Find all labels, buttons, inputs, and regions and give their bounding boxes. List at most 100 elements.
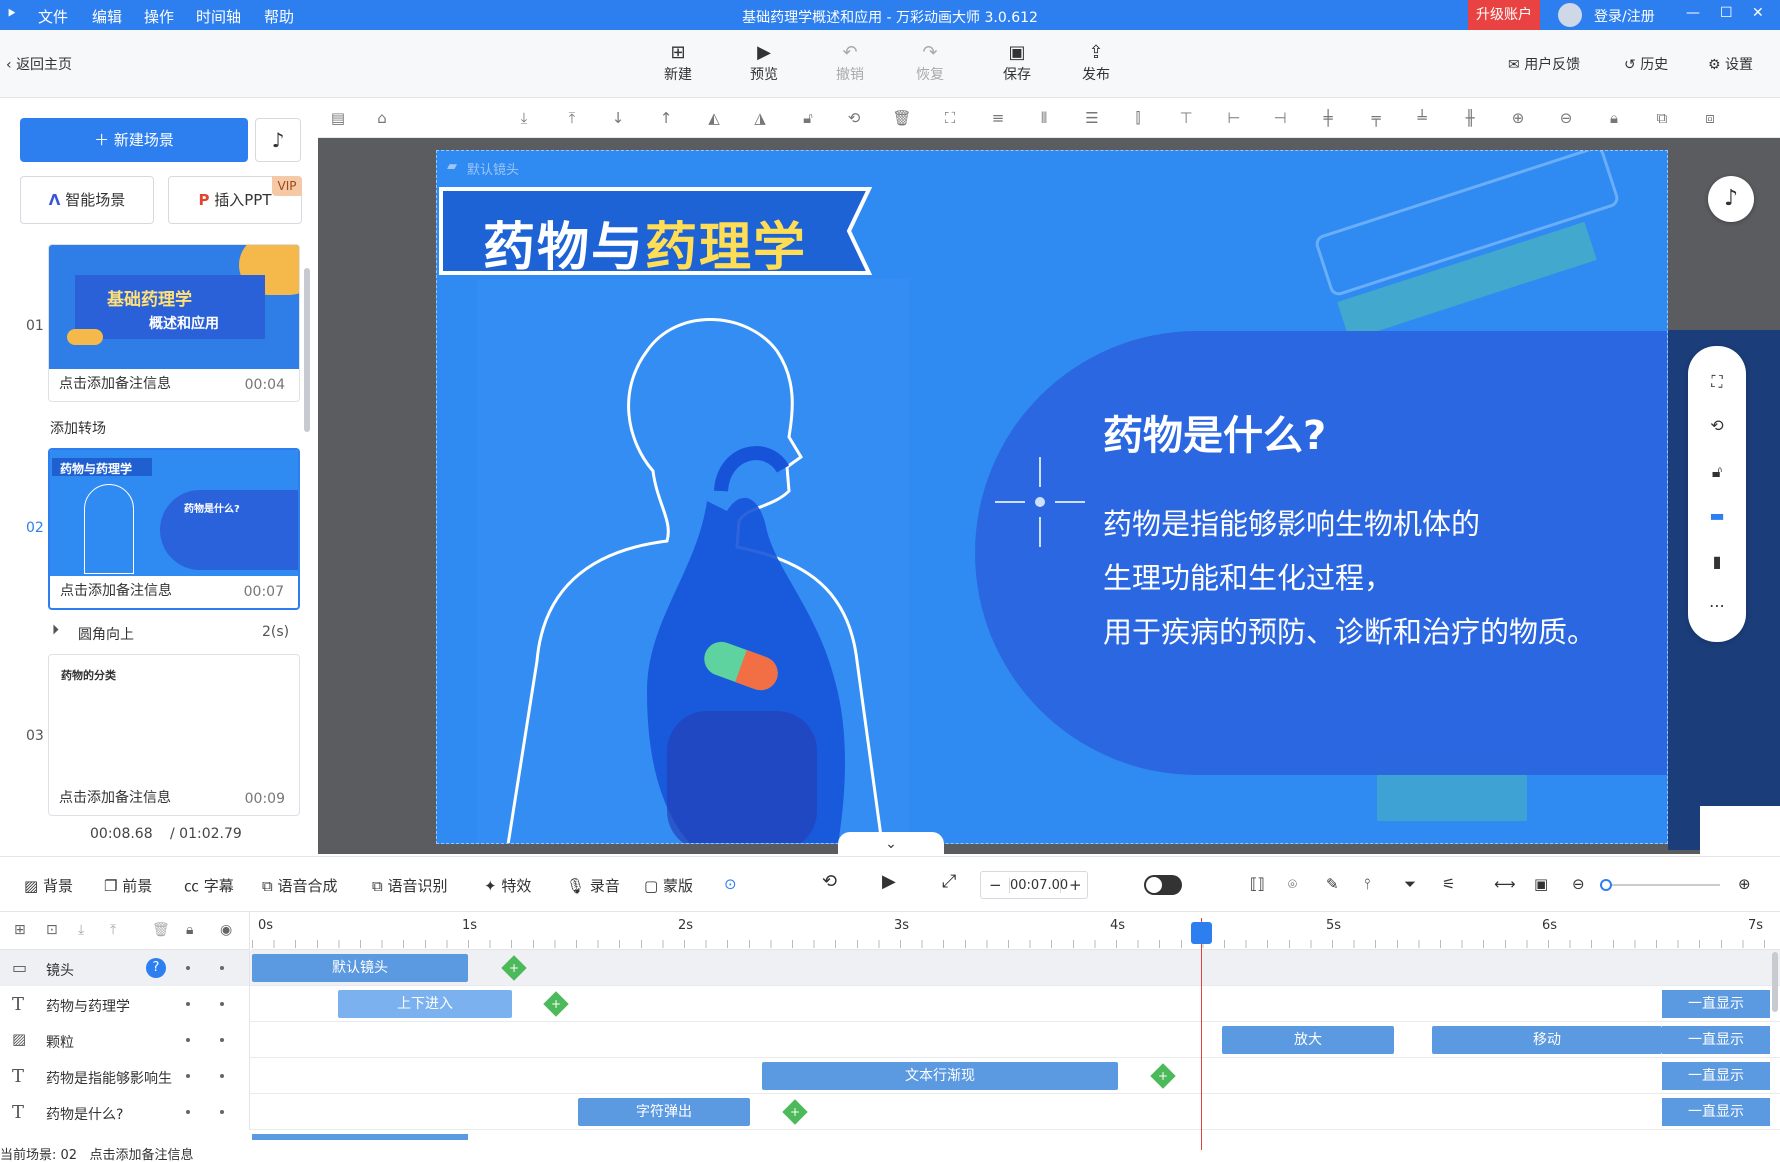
back-home-link[interactable]: ‹ 返回主页 (6, 54, 72, 74)
flip-h-icon[interactable]: ◭ (704, 108, 724, 128)
slide-body-line[interactable]: 药物是指能够影响生物机体的 (1103, 501, 1480, 543)
upgrade-button[interactable]: 升级账户 (1468, 0, 1540, 30)
clip-title[interactable]: 上下进入 (338, 990, 512, 1018)
copy-icon[interactable]: ⧉ (1652, 108, 1672, 128)
move-bottom-icon[interactable]: ⤓ (514, 108, 534, 128)
feedback-link[interactable]: ✉ 用户反馈 (1508, 54, 1580, 74)
clip-camera[interactable]: 默认镜头 (252, 954, 468, 982)
desktop-icon[interactable]: ▬ (1707, 506, 1727, 526)
scrollbar[interactable] (1772, 952, 1778, 1012)
more-circle-icon[interactable]: ⊙ (724, 875, 737, 893)
eye-icon[interactable]: ◉ (220, 922, 232, 938)
track-camera[interactable]: ▭ 镜头 ? 默认镜头 + (0, 950, 1780, 986)
always-show-clip[interactable]: 一直显示 (1662, 1098, 1770, 1126)
subtitle-button[interactable]: ㏄ 字幕 (184, 875, 234, 896)
minimap[interactable] (1700, 806, 1780, 854)
delete-icon[interactable]: 🗑︎ (892, 108, 912, 128)
foreground-button[interactable]: ❐ 前景 (104, 875, 152, 896)
expand-icon[interactable]: ⤢ (942, 871, 956, 892)
move-top-icon[interactable]: ⤒ (562, 108, 582, 128)
play-circle-icon[interactable]: ⏵ (52, 622, 59, 638)
zoom-out-icon[interactable]: ⊖ (1572, 875, 1585, 893)
lock-icon[interactable]: 🔓︎ (798, 108, 818, 128)
add-keyframe-icon[interactable]: + (543, 991, 569, 1017)
scene-card-02[interactable]: 药物与药理学 药物是什么? 点击添加备注信息 00:07 (48, 448, 300, 610)
smart-scene-button[interactable]: Λ 智能场景 (20, 176, 154, 224)
minus-icon[interactable]: − (989, 876, 1002, 894)
home-icon[interactable]: ⌂ (372, 108, 392, 128)
add-layer-icon[interactable]: ⊡ (46, 922, 58, 938)
slide-title[interactable]: 药物与药理学 (483, 205, 807, 280)
split-icon[interactable]: ⫯ (1364, 875, 1371, 893)
rotate-icon[interactable]: ⟲ (1707, 416, 1727, 436)
crop-icon[interactable]: ⛶ (940, 108, 960, 128)
clip-body[interactable]: 文本行渐现 (762, 1062, 1118, 1090)
plus-icon[interactable]: + (1069, 876, 1082, 894)
ratio-icon[interactable]: ▣ (1534, 875, 1548, 893)
maximize-icon[interactable]: ☐ (1720, 5, 1733, 21)
layout-icon[interactable]: ▤ (328, 108, 348, 128)
align-bottom-icon[interactable]: ╧ (1412, 108, 1432, 128)
add-keyframe-icon[interactable]: + (501, 955, 527, 981)
align-top-icon[interactable]: ⊤ (1176, 108, 1196, 128)
scene-card-01[interactable]: 基础药理学 概述和应用 点击添加备注信息 00:04 (48, 244, 300, 402)
scrollbar[interactable] (304, 268, 310, 432)
mobile-icon[interactable]: ▮ (1707, 552, 1727, 572)
publish-button[interactable]: ⇪ 发布 (1068, 42, 1124, 84)
track-particles[interactable]: ▨ 颗粒 放大 移动 一直显示 (0, 1022, 1780, 1058)
move-up-icon[interactable]: ⤒ (110, 922, 116, 938)
move-up-icon[interactable]: ↑ (656, 108, 676, 128)
zoom-out-icon[interactable]: ⊖ (1556, 108, 1576, 128)
add-keyframe-icon[interactable]: + (1150, 1063, 1176, 1089)
lock-icon[interactable]: 🔒︎ (186, 922, 193, 938)
toggle-switch[interactable] (1144, 875, 1182, 895)
track-title[interactable]: T 药物与药理学 上下进入 + 一直显示 (0, 986, 1780, 1022)
zoom-slider-thumb[interactable] (1600, 879, 1612, 891)
lock-all-icon[interactable]: 🔒︎ (1604, 108, 1624, 128)
background-music-button[interactable]: ♪ (1708, 176, 1754, 222)
track-body-text[interactable]: T 药物是指能够影响生 文本行渐现 + 一直显示 (0, 1058, 1780, 1094)
zoom-in-icon[interactable]: ⊕ (1738, 875, 1751, 893)
new-scene-button[interactable]: ＋ 新建场景 (20, 118, 248, 162)
align-top-edge-icon[interactable]: ╤ (1366, 108, 1386, 128)
tts-button[interactable]: ⧉ 语音合成 (262, 875, 338, 896)
login-link[interactable]: 登录/注册 (1594, 6, 1655, 26)
flip-v-icon[interactable]: ◮ (750, 108, 770, 128)
slide[interactable]: ▰ 默认镜头 药物与药理学 药物是什么? 药物是指能够影响生物机体的 生理功能和… (436, 150, 1668, 844)
always-show-clip[interactable]: 一直显示 (1662, 1026, 1770, 1054)
scene-card-03[interactable]: 药物的分类 点击添加备注信息 00:09 (48, 654, 300, 816)
transition-name[interactable]: 圆角向上 (78, 624, 134, 644)
distribute-h-icon[interactable]: ⫿ (1128, 108, 1148, 128)
delete-icon[interactable]: 🗑︎ (152, 922, 170, 938)
add-folder-icon[interactable]: ⊞ (14, 922, 26, 938)
collapse-button[interactable]: ⌄ (838, 832, 944, 856)
zoom-slider[interactable] (1600, 879, 1720, 891)
time-ruler[interactable]: 0s 1s 2s 3s 4s 5s 6s 7s (252, 912, 1780, 950)
always-show-clip[interactable]: 一直显示 (1662, 1062, 1770, 1090)
filter-icon[interactable]: ⏷ (1404, 875, 1416, 893)
effects-button[interactable]: ✦ 特效 (484, 875, 531, 896)
undo-button[interactable]: ↶ 撤销 (822, 42, 878, 84)
edit-icon[interactable]: ✎ (1326, 875, 1339, 893)
redo-button[interactable]: ↷ 恢复 (902, 42, 958, 84)
paste-icon[interactable]: ⧈ (1700, 108, 1720, 128)
align-hcenter-icon[interactable]: ╪ (1318, 108, 1338, 128)
preview-button[interactable]: ▶ 预览 (736, 42, 792, 84)
adjust-icon[interactable]: ⚟ (1442, 875, 1455, 893)
distribute-v-icon[interactable]: ☰ (1082, 108, 1102, 128)
scene-note[interactable]: 点击添加备注信息 (59, 787, 171, 807)
playhead-handle[interactable] (1191, 922, 1212, 944)
mask-button[interactable]: ▢ 蒙版 (644, 875, 693, 896)
time-input[interactable]: 00:07.00 (1009, 878, 1068, 893)
always-show-clip[interactable]: 一直显示 (1662, 990, 1770, 1018)
rotate-icon[interactable]: ⟲ (844, 108, 864, 128)
background-button[interactable]: ▨ 背景 (24, 875, 73, 896)
track-heading[interactable]: T 药物是什么? 字符弹出 + 一直显示 (0, 1094, 1780, 1130)
align-center-icon[interactable]: ≡ (988, 108, 1008, 128)
record-button[interactable]: 🎙︎ 录音 (566, 875, 620, 896)
slide-body-line[interactable]: 用于疾病的预防、诊断和治疗的物质。 (1103, 609, 1596, 651)
add-transition-link[interactable]: 添加转场 (50, 418, 106, 438)
time-stepper[interactable]: − 00:07.00 + (980, 871, 1088, 899)
new-button[interactable]: ⊞ 新建 (650, 42, 706, 84)
settings-link[interactable]: ⚙ 设置 (1708, 54, 1753, 74)
